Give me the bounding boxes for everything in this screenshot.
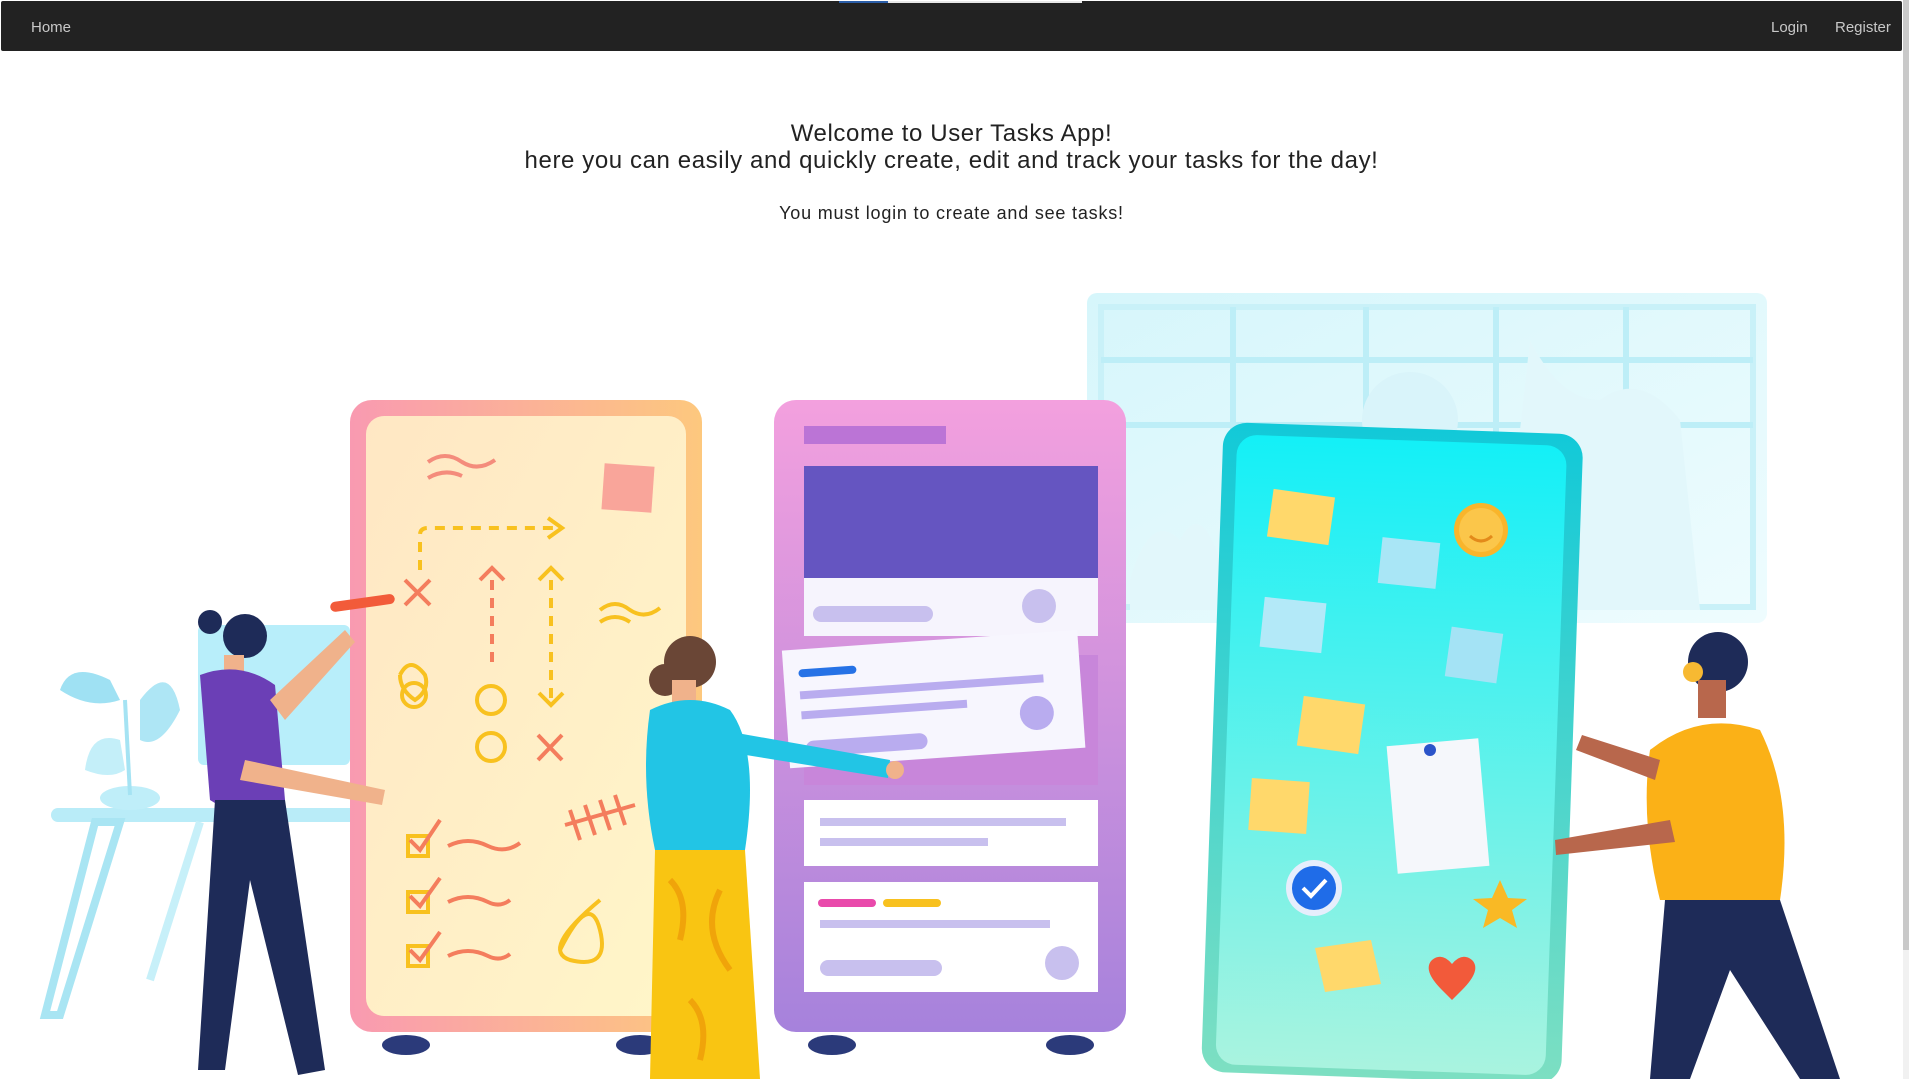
top-navbar: Home Login Register [1,1,1902,51]
login-required-notice: You must login to create and see tasks! [779,203,1124,223]
page-load-progress-bar [839,1,1082,3]
welcome-heading: Welcome to User Tasks App! here you can … [0,120,1903,174]
hero-illustration [39,293,1840,1079]
nav-login-link[interactable]: Login [1771,19,1808,36]
page-scrollbar-thumb[interactable] [1903,0,1909,950]
nav-register-link[interactable]: Register [1835,19,1891,36]
sticky-notes-board [1201,422,1583,1079]
welcome-title: Welcome to User Tasks App! [790,120,1113,147]
page-load-progress-fill [839,1,888,3]
kanban-board [774,400,1126,1055]
page-scrollbar[interactable] [1903,0,1909,1079]
person-pushing-board [1555,632,1840,1079]
welcome-subtitle: here you can easily and quickly create, … [524,147,1379,174]
nav-home-link[interactable]: Home [31,19,71,36]
